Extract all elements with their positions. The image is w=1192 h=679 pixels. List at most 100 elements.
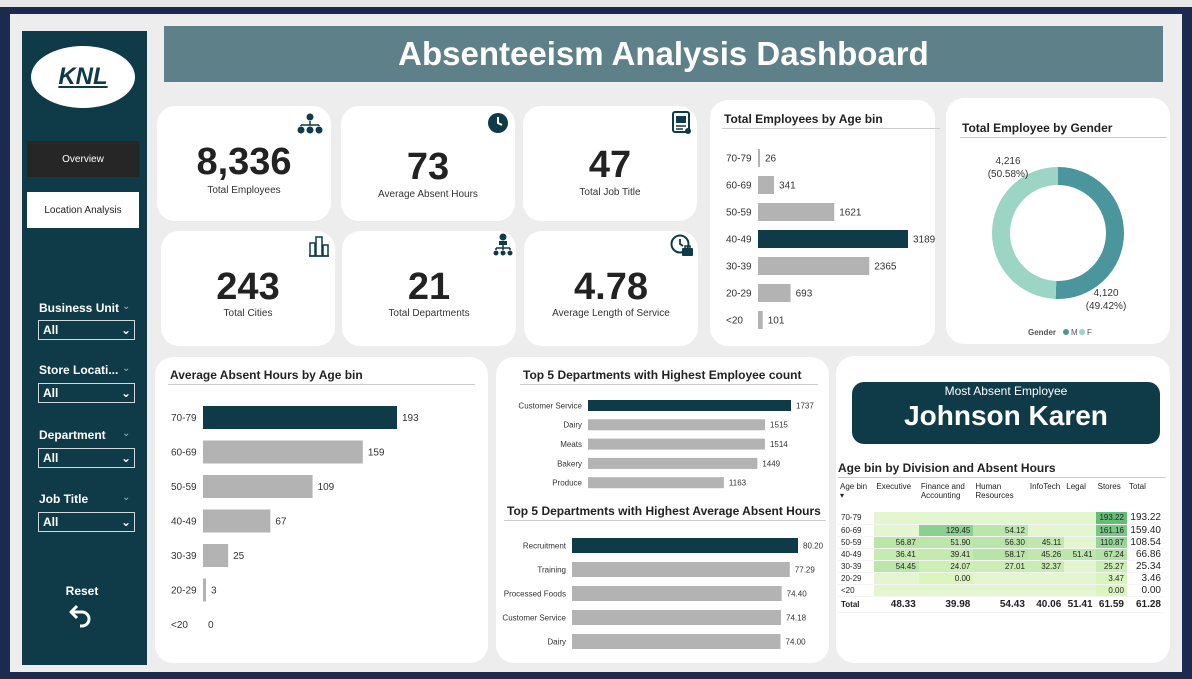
kpi-label: Total Cities [223, 308, 273, 319]
title-divider [520, 384, 818, 385]
matrix-column-header[interactable]: Total [1127, 480, 1164, 512]
kpi-value: 8,336 [196, 141, 292, 183]
nav-overview-button[interactable]: Overview [27, 141, 139, 177]
chart-top-dept-absent-hours: Recruitment 80.20 Training 77.29 Processed F… [502, 538, 824, 649]
matrix-total-label: Total [838, 595, 875, 613]
data-label: 74.18 [786, 613, 807, 622]
bar [588, 477, 724, 489]
sidebar: KNL Overview Location Analysis Business … [22, 31, 147, 665]
title-divider [722, 128, 940, 129]
matrix-cell [1064, 560, 1096, 573]
kpi-label: Average Length of Service [552, 308, 670, 319]
chevron-down-icon: ⌄ [120, 386, 131, 400]
category-label: Customer Service [518, 401, 582, 410]
category-label: Dairy [547, 637, 566, 646]
job-title-collapse-icon[interactable]: ⌄ [122, 492, 130, 503]
matrix-cell [1064, 536, 1096, 549]
id-card-icon [672, 111, 691, 134]
matrix-cell: 193.22 [1095, 512, 1127, 525]
reset-label[interactable]: Reset [22, 584, 142, 598]
matrix-cell [1064, 584, 1096, 597]
data-label: 1514 [770, 440, 788, 449]
matrix-column-header[interactable]: Stores [1096, 480, 1127, 512]
matrix-grand-total: 61.28 [1126, 595, 1164, 613]
title-divider [168, 384, 475, 385]
sort-down-icon[interactable]: ▾ [840, 491, 872, 500]
store-location-collapse-icon[interactable]: ⌄ [122, 363, 130, 374]
bar [203, 578, 207, 602]
category-label: Produce [552, 479, 582, 488]
category-label: 40-49 [726, 235, 752, 246]
data-label: 341 [779, 181, 796, 192]
matrix-cell [973, 512, 1028, 525]
department-collapse-icon[interactable]: ⌄ [122, 428, 130, 439]
business-unit-collapse-icon[interactable]: ⌄ [122, 301, 130, 312]
matrix-cell [973, 584, 1028, 597]
matrix-cell: 51.41 [1064, 548, 1096, 561]
top-strip [0, 0, 1192, 7]
matrix-corner-header[interactable]: Age bin ▾ [838, 480, 874, 512]
matrix-row-total: 193.22 [1126, 512, 1164, 525]
chart-top-dept-employee-count: Customer Service 1737 Dairy 1515 Meats 1514 Ba… [518, 400, 814, 489]
data-label: 25 [233, 551, 245, 562]
kpi-label: Total Departments [388, 308, 470, 319]
matrix-cell [1064, 572, 1096, 585]
job-title-dropdown[interactable]: All ⌄ [38, 512, 135, 532]
matrix-cell [973, 572, 1028, 585]
bar [758, 149, 760, 167]
kpi-label: Total Job Title [579, 187, 641, 198]
category-label: <20 [171, 620, 188, 631]
bar [758, 203, 835, 221]
donut-slice-F [992, 167, 1059, 299]
matrix-column-header[interactable]: Human Resources [973, 480, 1028, 512]
matrix-cell [1064, 524, 1096, 537]
business-unit-dropdown[interactable]: All ⌄ [38, 320, 135, 340]
kpi-card-average-absent-hours: 73 Average Absent Hours [341, 106, 515, 221]
kpi-card-total-job-title: 47 Total Job Title [523, 106, 697, 221]
matrix-row-label: 60-69 [838, 524, 875, 537]
category-label: Customer Service [502, 613, 566, 622]
matrix-column-header[interactable]: Legal [1064, 480, 1095, 512]
nav-location-analysis-button[interactable]: Location Analysis [27, 192, 139, 228]
bar [203, 406, 397, 429]
clock-icon [488, 113, 508, 133]
matrix-column-header[interactable]: Executive [874, 480, 918, 512]
bar [572, 562, 790, 577]
matrix-row-total: 3.46 [1126, 572, 1164, 585]
bar [203, 440, 363, 464]
briefcase-clock-icon [670, 234, 693, 256]
matrix-column-header[interactable]: InfoTech [1028, 480, 1064, 512]
matrix-column-header[interactable]: Finance and Accounting [919, 480, 974, 512]
bar [588, 457, 758, 469]
bar [588, 438, 765, 450]
matrix-row-total: 159.40 [1126, 524, 1164, 537]
data-label: 3 [211, 586, 217, 597]
kpi-value: 243 [216, 266, 280, 308]
matrix-cell: 24.07 [918, 560, 974, 573]
chart-employee-by-gender: 4,216 (50.58%) 4,120 (49.42%) Gender M F [988, 156, 1127, 337]
category-label: 70-79 [726, 154, 752, 165]
category-label: Bakery [557, 459, 582, 468]
kpi-value: 4.78 [574, 266, 648, 308]
data-label: 80.20 [803, 541, 824, 550]
matrix-cell: 56.30 [973, 536, 1028, 549]
store-location-dropdown[interactable]: All ⌄ [38, 383, 135, 403]
matrix-row: 70-79 193.22 193.22 [838, 512, 1164, 525]
department-dropdown[interactable]: All ⌄ [38, 448, 135, 468]
matrix-row-label: 20-29 [838, 572, 875, 585]
legend-swatch-F [1079, 329, 1085, 335]
job-title-value: All [43, 515, 59, 529]
matrix-row: 30-39 54.45 24.07 27.01 32.37 25.27 25.34 [838, 560, 1164, 573]
legend-title: Gender [1028, 328, 1056, 337]
matrix-cell: 129.45 [918, 524, 974, 537]
data-label: 77.29 [795, 565, 816, 574]
matrix-column-total: 61.59 [1095, 595, 1127, 613]
slice-value-label: 4,120 [1093, 288, 1118, 299]
reset-undo-icon[interactable] [68, 603, 94, 629]
category-label: 60-69 [171, 448, 197, 459]
matrix-cell: 0.00 [918, 572, 974, 585]
job-title-label: Job Title [39, 492, 89, 506]
most-absent-title: Most Absent Employee [944, 384, 1068, 398]
bar [758, 176, 775, 194]
matrix-cell: 0.00 [1095, 584, 1127, 597]
